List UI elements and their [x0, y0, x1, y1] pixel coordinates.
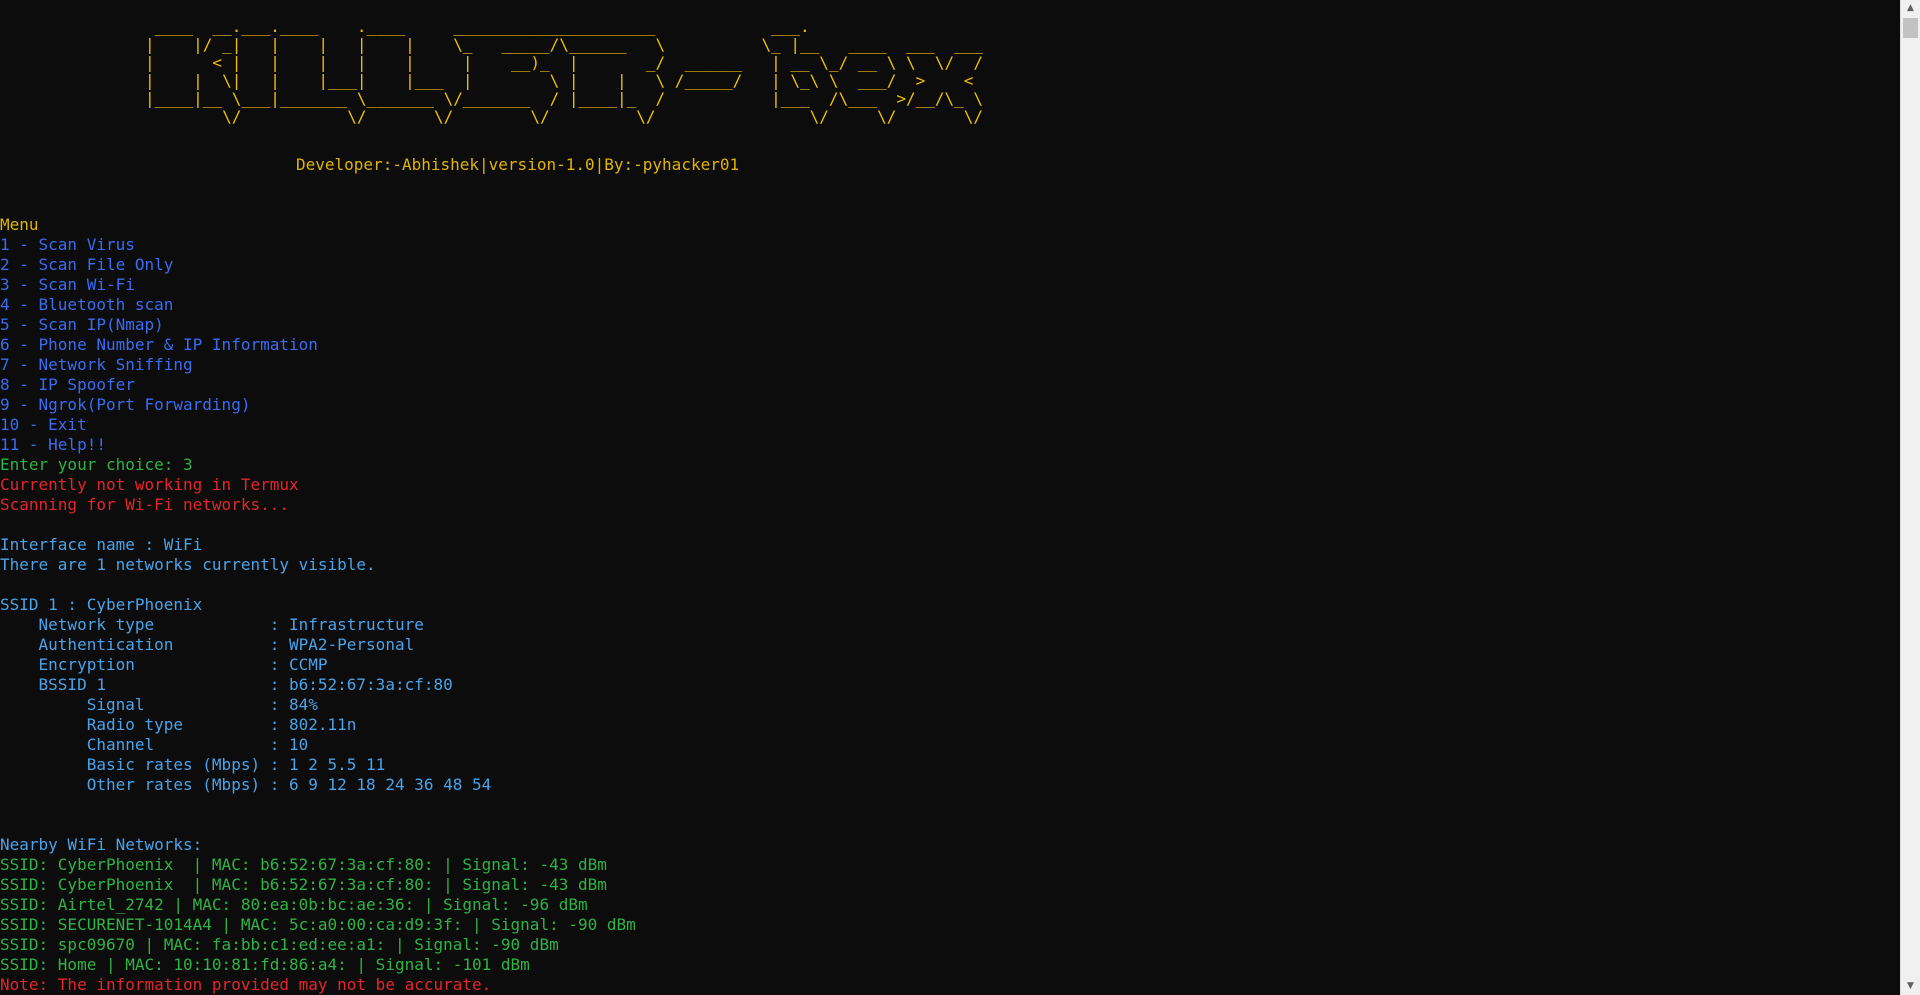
nearby-network-row: SSID: Home | MAC: 10:10:81:fd:86:a4: | S… [0, 955, 530, 974]
scanning-message: Scanning for Wi-Fi networks... [0, 495, 289, 514]
bssid-field: BSSID 1 : b6:52:67:3a:cf:80 [0, 675, 453, 694]
menu-item-network-sniffing: 7 - Network Sniffing [0, 355, 193, 374]
signal-field: Signal : 84% [0, 695, 318, 714]
radio-type-field: Radio type : 802.11n [0, 715, 357, 734]
menu-item-ip-spoofer: 8 - IP Spoofer [0, 375, 135, 394]
network-detail: SSID 1 : CyberPhoenix Network type : Inf… [0, 595, 636, 795]
nearby-networks-list: SSID: CyberPhoenix | MAC: b6:52:67:3a:cf… [0, 855, 636, 975]
nearby-networks-heading: Nearby WiFi Networks: [0, 835, 203, 854]
channel-field: Channel : 10 [0, 735, 309, 754]
scroll-thumb[interactable] [1903, 18, 1918, 38]
menu-heading: Menu [0, 215, 39, 234]
nearby-network-row: SSID: CyberPhoenix | MAC: b6:52:67:3a:cf… [0, 875, 607, 894]
developer-credits: Developer:-Abhishek|version-1.0|By:-pyha… [296, 155, 740, 174]
scroll-down-arrow-icon[interactable]: ▼ [1901, 978, 1920, 995]
vertical-scrollbar[interactable]: ▲ ▼ [1900, 0, 1920, 995]
choice-prompt[interactable]: Enter your choice: 3 [0, 455, 636, 475]
menu-item-exit: 10 - Exit [0, 415, 87, 434]
menu-item-bluetooth-scan: 4 - Bluetooth scan [0, 295, 174, 314]
ssid-line: SSID 1 : CyberPhoenix [0, 595, 203, 614]
menu-item-scan-ip: 5 - Scan IP(Nmap) [0, 315, 164, 334]
menu-item-help: 11 - Help!! [0, 435, 106, 454]
accuracy-note: Note: The information provided may not b… [0, 975, 492, 994]
visible-networks-count: There are 1 networks currently visible. [0, 555, 376, 574]
menu-item-scan-file: 2 - Scan File Only [0, 255, 174, 274]
terminal-window[interactable]: ____ __.___.____ .____ _________________… [0, 0, 1920, 995]
ascii-banner: ____ __.___.____ .____ _________________… [145, 17, 984, 126]
menu-item-phone-ip-info: 6 - Phone Number & IP Information [0, 335, 318, 354]
basic-rates-field: Basic rates (Mbps) : 1 2 5.5 11 [0, 755, 386, 774]
nearby-network-row: SSID: spc09670 | MAC: fa:bb:c1:ed:ee:a1:… [0, 935, 559, 954]
authentication-field: Authentication : WPA2-Personal [0, 635, 415, 654]
menu-item-scan-wifi: 3 - Scan Wi-Fi [0, 275, 135, 294]
scroll-up-arrow-icon[interactable]: ▲ [1901, 0, 1920, 17]
menu-item-scan-virus: 1 - Scan Virus [0, 235, 135, 254]
menu-list: 1 - Scan Virus 2 - Scan File Only 3 - Sc… [0, 235, 636, 455]
nearby-network-row: SSID: SECURENET-1014A4 | MAC: 5c:a0:00:c… [0, 915, 636, 934]
terminal-output: ____ __.___.____ .____ _________________… [0, 0, 1898, 995]
network-type-field: Network type : Infrastructure [0, 615, 424, 634]
nearby-network-row: SSID: CyberPhoenix | MAC: b6:52:67:3a:cf… [0, 855, 607, 874]
other-rates-field: Other rates (Mbps) : 6 9 12 18 24 36 48 … [0, 775, 492, 794]
encryption-field: Encryption : CCMP [0, 655, 328, 674]
nearby-network-row: SSID: Airtel_2742 | MAC: 80:ea:0b:bc:ae:… [0, 895, 588, 914]
interface-name: Interface name : WiFi [0, 535, 203, 554]
termux-warning: Currently not working in Termux [0, 475, 299, 494]
menu-item-ngrok: 9 - Ngrok(Port Forwarding) [0, 395, 251, 414]
terminal-body: Menu 1 - Scan Virus 2 - Scan File Only 3… [0, 215, 636, 995]
